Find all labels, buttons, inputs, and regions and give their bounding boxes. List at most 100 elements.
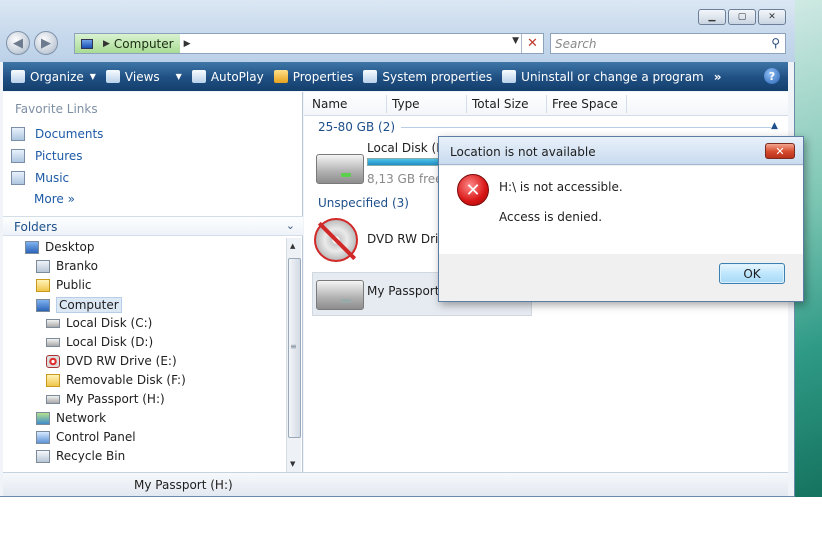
documents-icon <box>11 127 25 141</box>
breadcrumb-separator-icon: ▶ <box>103 38 110 49</box>
music-icon <box>11 171 25 185</box>
dvd-drive-icon[interactable] <box>314 218 358 262</box>
favorite-pictures[interactable]: Pictures <box>11 149 83 163</box>
hard-drive-icon[interactable] <box>316 280 364 310</box>
properties-button[interactable]: Properties <box>273 70 353 84</box>
close-icon: ✕ <box>775 144 785 158</box>
chevron-down-icon[interactable]: ⌄ <box>286 219 295 232</box>
tree-item-network[interactable]: Network <box>36 411 106 425</box>
back-arrow-icon: ◀ <box>13 35 23 51</box>
organize-icon <box>11 70 25 83</box>
status-text: My Passport (H:) <box>134 478 233 492</box>
group-header-unspecified[interactable]: Unspecified (3) <box>318 196 409 210</box>
recycle-bin-icon <box>36 449 50 463</box>
search-input[interactable]: Search ⚲ <box>550 33 786 54</box>
network-icon <box>36 411 50 425</box>
column-separator[interactable] <box>386 95 387 113</box>
back-button[interactable]: ◀ <box>6 31 30 55</box>
ok-button[interactable]: OK <box>719 263 785 284</box>
group-divider <box>401 126 772 128</box>
column-headers: Name Type Total Size Free Space <box>304 92 788 116</box>
forward-button[interactable]: ▶ <box>34 31 58 55</box>
drive-led <box>341 173 351 177</box>
drive-led <box>341 299 351 303</box>
help-icon[interactable]: ? <box>764 68 780 84</box>
tree-item-control-panel[interactable]: Control Panel <box>36 430 136 444</box>
computer-icon <box>81 38 93 49</box>
tree-item-public[interactable]: Public <box>36 278 92 292</box>
dialog-close-button[interactable]: ✕ <box>765 143 795 159</box>
breadcrumb[interactable]: ▶ Computer <box>75 34 180 53</box>
scroll-up-icon[interactable]: ▲ <box>290 242 295 250</box>
tree-item-recycle-bin[interactable]: Recycle Bin <box>36 449 125 463</box>
views-icon <box>105 70 120 83</box>
tree-item-my-passport[interactable]: My Passport (H:) <box>46 392 165 406</box>
uninstall-icon <box>502 70 517 83</box>
more-commands-button[interactable]: » <box>714 70 722 84</box>
breadcrumb-computer[interactable]: Computer <box>114 37 174 51</box>
column-name[interactable]: Name <box>312 97 347 111</box>
no-disc-icon <box>317 221 357 261</box>
tree-item-computer[interactable]: Computer <box>36 297 122 313</box>
window-chrome: ▁ ▢ ✕ ◀ ▶ ▶ Computer ▶ ▼ ✕ Search ⚲ <box>0 0 795 62</box>
pictures-icon <box>11 149 25 163</box>
windows-drive-icon <box>46 318 60 328</box>
folders-header[interactable]: Folders ⌄ <box>3 216 303 236</box>
group-header-25-80gb[interactable]: 25-80 GB (2) <box>318 120 772 134</box>
breadcrumb-separator-icon[interactable]: ▶ <box>180 39 195 49</box>
autoplay-icon <box>191 70 206 83</box>
tree-item-local-disk-d[interactable]: Local Disk (D:) <box>46 335 153 349</box>
desktop-icon <box>25 240 39 254</box>
stop-icon[interactable]: ✕ <box>521 34 543 53</box>
forward-arrow-icon: ▶ <box>41 35 51 51</box>
tree-item-branko[interactable]: Branko <box>36 259 98 273</box>
maximize-button[interactable]: ▢ <box>728 9 756 25</box>
control-panel-icon <box>36 430 50 444</box>
uninstall-button[interactable]: Uninstall or change a program <box>502 70 704 84</box>
tree-item-dvd[interactable]: DVD RW Drive (E:) <box>46 354 177 368</box>
favorite-documents[interactable]: Documents <box>11 127 103 141</box>
system-properties-button[interactable]: System properties <box>363 70 492 84</box>
user-folder-icon <box>36 259 50 273</box>
column-total-size[interactable]: Total Size <box>472 97 528 111</box>
dialog-detail: Access is denied. <box>499 210 603 224</box>
chevron-down-icon: ▼ <box>89 72 96 81</box>
column-type[interactable]: Type <box>392 97 420 111</box>
grip-icon: ≡ <box>290 342 297 351</box>
dialog-title-bar[interactable]: Location is not available ✕ <box>439 137 803 165</box>
more-links-link[interactable]: More » <box>34 192 75 206</box>
organize-button[interactable]: Organize ▼ <box>11 70 96 84</box>
column-separator[interactable] <box>626 95 627 113</box>
hard-drive-icon <box>46 394 60 404</box>
search-icon[interactable]: ⚲ <box>771 36 780 50</box>
computer-icon <box>36 298 50 312</box>
hard-drive-icon[interactable] <box>316 154 364 184</box>
collapse-icon[interactable]: ▲ <box>771 121 778 131</box>
address-dropdown-icon[interactable]: ▼ <box>512 36 519 46</box>
chevron-down-icon: ▼ <box>175 72 182 81</box>
views-button[interactable]: Views ▼ <box>105 70 182 84</box>
minimize-button[interactable]: ▁ <box>698 9 726 25</box>
dvd-drive-icon <box>46 354 60 368</box>
column-separator[interactable] <box>466 95 467 113</box>
folders-title: Folders <box>14 220 58 234</box>
close-window-button[interactable]: ✕ <box>758 9 786 25</box>
navigation-pane: Favorite Links Documents Pictures Music … <box>3 92 303 472</box>
hard-drive-icon <box>46 337 60 347</box>
column-separator[interactable] <box>546 95 547 113</box>
favorite-music[interactable]: Music <box>11 171 69 185</box>
search-placeholder: Search <box>555 36 597 51</box>
dialog-message: H:\ is not accessible. <box>499 180 623 194</box>
tree-scrollbar[interactable]: ▲ ≡ ▼ <box>286 238 301 472</box>
checkmark-icon <box>273 70 288 83</box>
scroll-down-icon[interactable]: ▼ <box>290 460 295 468</box>
removable-disk-icon <box>46 373 60 387</box>
autoplay-button[interactable]: AutoPlay <box>191 70 264 84</box>
address-bar[interactable]: ▶ Computer ▶ ▼ ✕ <box>74 33 544 54</box>
system-properties-icon <box>363 70 378 83</box>
column-free-space[interactable]: Free Space <box>552 97 618 111</box>
folder-icon <box>36 278 50 292</box>
tree-item-desktop[interactable]: Desktop <box>25 240 95 254</box>
tree-item-local-disk-c[interactable]: Local Disk (C:) <box>46 316 152 330</box>
tree-item-removable[interactable]: Removable Disk (F:) <box>46 373 186 387</box>
